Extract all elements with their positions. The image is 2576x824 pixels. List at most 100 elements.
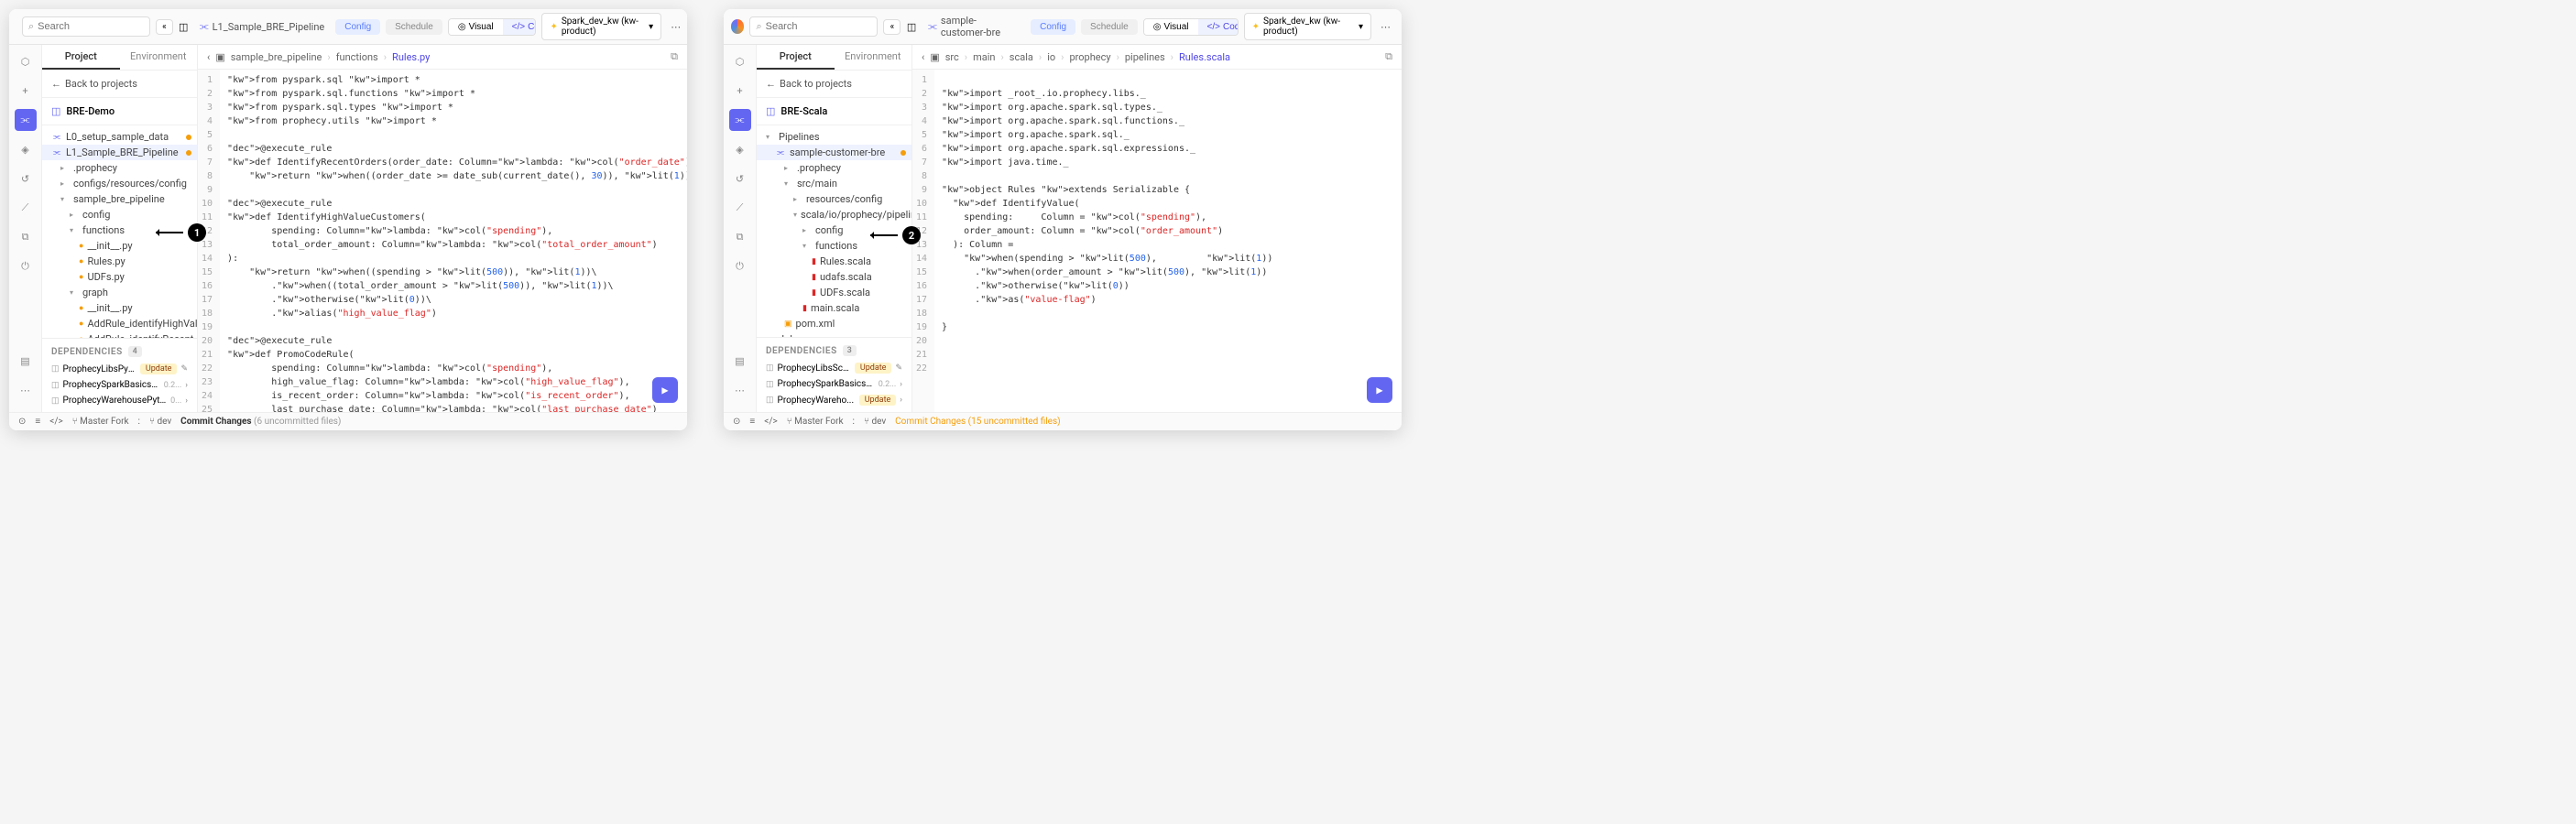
visual-toggle[interactable]: ◎Visual [449, 19, 503, 35]
code-toggle[interactable]: </>Code [503, 19, 537, 35]
terminal-icon[interactable]: ⊙ [18, 417, 26, 427]
tree-file[interactable]: ▮udafs.scala [757, 269, 911, 285]
tree-folder[interactable]: ▸configs/resources/config [42, 176, 197, 191]
pipeline-name-chip[interactable]: ⫘ L1_Sample_BRE_Pipeline [194, 18, 331, 35]
rail-power-icon[interactable]: ⏻ [729, 255, 751, 277]
tree-pipeline-0[interactable]: ⫘sample-customer-bre [757, 145, 911, 160]
dep-item[interactable]: ◫ProphecyWarehousePyt...0...› [42, 393, 197, 408]
tree-file[interactable]: ▮UDFs.scala [757, 285, 911, 300]
chevron-right-icon[interactable]: › [185, 381, 188, 390]
tree-file-rules[interactable]: ▮Rules.scala [757, 254, 911, 269]
problems-icon[interactable]: ≡ [749, 417, 755, 427]
code-content[interactable]: "kw">from pyspark.sql "kw">import *"kw">… [220, 70, 687, 412]
edit-icon[interactable]: ✎ [180, 364, 188, 374]
copy-icon[interactable]: ⧉ [1385, 50, 1392, 63]
tree-folder[interactable]: ▾scala/io/prophecy/pipelines/r... [757, 207, 911, 222]
tree-file-rules[interactable]: ●Rules.py [42, 254, 197, 269]
dep-item[interactable]: ◫ProphecySparkBasicsS...0.2...› [757, 376, 911, 392]
tree-folder[interactable]: ▸config [42, 207, 197, 222]
rail-db-icon[interactable]: ▤ [15, 350, 37, 372]
git-icon[interactable]: </> [764, 417, 777, 427]
breadcrumb-segment[interactable]: functions [336, 51, 378, 63]
collapse-button[interactable]: « [883, 19, 901, 35]
collapse-button[interactable]: « [156, 19, 173, 35]
dep-item[interactable]: ◫ProphecyLibsScalaUpdate✎ [757, 360, 911, 376]
tab-project[interactable]: Project [757, 45, 835, 70]
rail-power-icon[interactable]: ⏻ [15, 255, 37, 277]
tree-pipeline-0[interactable]: ⫘L0_setup_sample_data [42, 129, 197, 145]
code-editor[interactable]: 1234567891011121314151617181920212223242… [198, 70, 687, 412]
search-input[interactable]: ⌕ [749, 16, 878, 37]
git-icon[interactable]: </> [49, 417, 62, 427]
rail-gem-icon[interactable]: ◈ [15, 138, 37, 160]
fork-label[interactable]: ⑂ Master Fork [787, 417, 844, 427]
rail-lineage-icon[interactable]: ⧉ [15, 226, 37, 248]
tree-folder[interactable]: ▸resources/config [757, 191, 911, 207]
back-to-projects[interactable]: ← Back to projects [757, 70, 911, 98]
fabric-selector[interactable]: ✦ Spark_dev_kw (kw-product) ▾ [541, 13, 661, 40]
chevron-right-icon[interactable]: › [900, 380, 902, 389]
tree-folder[interactable]: ▸.prophecy [42, 160, 197, 176]
run-button[interactable]: ▶ [1367, 377, 1392, 403]
tree-file[interactable]: ●AddRule_identifyHighVal... [42, 316, 197, 331]
chevron-left-icon[interactable]: ‹ [207, 51, 210, 63]
tree-pipeline-1[interactable]: ⫘L1_Sample_BRE_Pipeline [42, 145, 197, 160]
tree-file[interactable]: ●UDFs.py [42, 269, 197, 285]
breadcrumb-segment[interactable]: src [945, 51, 959, 63]
rail-pulse-icon[interactable]: ⟋ [15, 197, 37, 219]
more-menu[interactable]: ⋯ [667, 19, 684, 35]
more-menu[interactable]: ⋯ [1377, 19, 1394, 35]
branch-label[interactable]: ⑂ dev [864, 417, 886, 427]
commit-button[interactable]: Commit Changes (6 uncommitted files) [180, 417, 341, 427]
back-to-projects[interactable]: ← Back to projects [42, 70, 197, 98]
rail-history-icon[interactable]: ↺ [729, 168, 751, 190]
tree-file[interactable]: ▣pom.xml [757, 316, 911, 331]
fork-label[interactable]: ⑂ Master Fork [72, 417, 129, 427]
dep-item[interactable]: ◫ProphecyWareho...Update› [757, 392, 911, 408]
rail-gem-icon[interactable]: ◈ [729, 138, 751, 160]
chevron-left-icon[interactable]: ‹ [922, 51, 924, 63]
search-input[interactable]: ⌕ [22, 16, 150, 37]
dep-item[interactable]: ◫ProphecyLibsPythonUpdate✎ [42, 361, 197, 377]
config-button[interactable]: Config [1031, 19, 1075, 35]
chevron-right-icon[interactable]: › [185, 396, 188, 406]
tab-environment[interactable]: Environment [835, 45, 912, 70]
terminal-icon[interactable]: ⊙ [733, 417, 740, 427]
problems-icon[interactable]: ≡ [35, 417, 40, 427]
branch-label[interactable]: ⑂ dev [149, 417, 171, 427]
breadcrumb-segment[interactable]: prophecy [1069, 51, 1110, 63]
rail-home-icon[interactable]: ⬡ [729, 50, 751, 72]
tree-folder[interactable]: ▸.prophecy [757, 160, 911, 176]
tree-file[interactable]: ●AddRule_identifyRecent... [42, 331, 197, 338]
rail-add-icon[interactable]: + [729, 80, 751, 102]
breadcrumb-segment[interactable]: pipelines [1125, 51, 1165, 63]
breadcrumb-segment[interactable]: scala [1010, 51, 1033, 63]
rail-pipelines-icon[interactable]: ⫘ [729, 109, 751, 131]
chevron-right-icon[interactable]: › [900, 396, 902, 405]
tree-file[interactable]: ▮main.scala [757, 300, 911, 316]
pipeline-name-chip[interactable]: ⫘ sample-customer-bre [922, 13, 1025, 40]
code-toggle[interactable]: </>Code [1198, 19, 1239, 35]
config-button[interactable]: Config [335, 19, 380, 35]
commit-button[interactable]: Commit Changes (15 uncommitted files) [895, 417, 1060, 427]
tree-folder[interactable]: ▾graph [42, 285, 197, 300]
rail-db-icon[interactable]: ▤ [729, 350, 751, 372]
rail-history-icon[interactable]: ↺ [15, 168, 37, 190]
rail-pipelines-icon[interactable]: ⫘ [15, 109, 37, 131]
code-editor[interactable]: 12345678910111213141516171819202122 "kw"… [912, 70, 1402, 412]
rail-pulse-icon[interactable]: ⟋ [729, 197, 751, 219]
tab-project[interactable]: Project [42, 45, 120, 70]
tab-environment[interactable]: Environment [120, 45, 198, 70]
tree-folder[interactable]: ▾functions [42, 222, 197, 238]
tree-file[interactable]: ●__init__.py [42, 300, 197, 316]
edit-icon[interactable]: ✎ [895, 363, 902, 373]
tree-folder[interactable]: ▾src/main [757, 176, 911, 191]
schedule-button[interactable]: Schedule [386, 19, 442, 35]
fabric-selector[interactable]: ✦ Spark_dev_kw (kw-product) ▾ [1244, 13, 1371, 40]
tree-folder[interactable]: ▾sample_bre_pipeline [42, 191, 197, 207]
visual-toggle[interactable]: ◎Visual [1144, 19, 1198, 35]
schedule-button[interactable]: Schedule [1081, 19, 1138, 35]
breadcrumb-segment[interactable]: main [973, 51, 995, 63]
tree-file[interactable]: ●__init__.py [42, 238, 197, 254]
dep-item[interactable]: ◫ProphecySparkBasicsP...0.2...› [42, 377, 197, 393]
